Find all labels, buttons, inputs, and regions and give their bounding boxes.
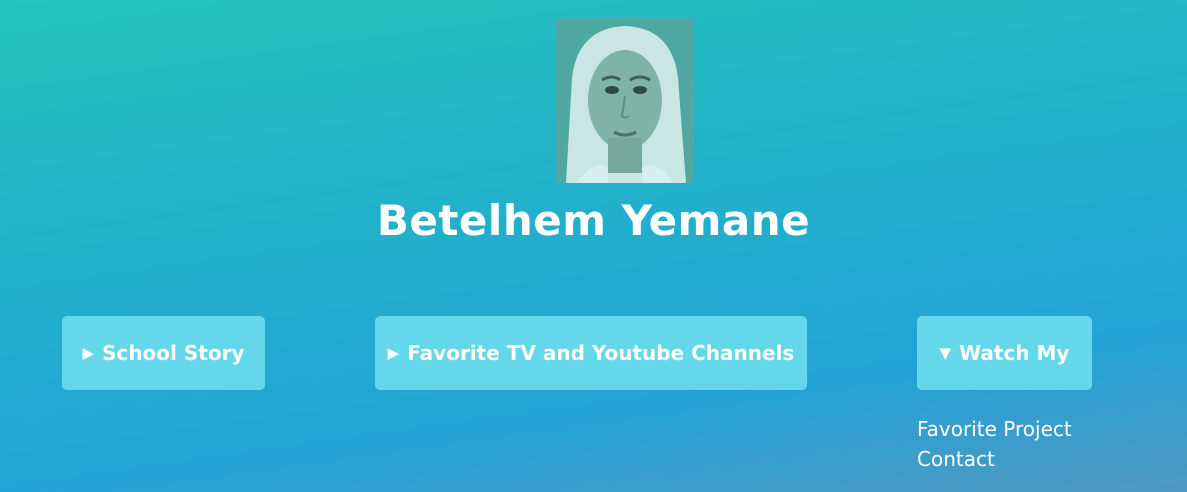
- watch-my-dropdown: Favorite Project Contact: [917, 414, 1137, 474]
- school-story-button[interactable]: ▶ School Story: [62, 316, 265, 390]
- caret-right-icon: ▶: [82, 344, 95, 362]
- favorite-tv-button[interactable]: ▶ Favorite TV and Youtube Channels: [375, 316, 807, 390]
- watch-my-label: Watch My: [959, 341, 1070, 365]
- favorite-tv-label: Favorite TV and Youtube Channels: [407, 341, 795, 365]
- school-story-label: School Story: [102, 341, 245, 365]
- caret-down-icon: ▼: [939, 344, 952, 362]
- page-title: Betelhem Yemane: [376, 196, 811, 245]
- dropdown-item-favorite-project[interactable]: Favorite Project: [917, 414, 1137, 444]
- watch-my-button[interactable]: ▼ Watch My: [917, 316, 1092, 390]
- profile-photo: [556, 18, 694, 183]
- caret-right-icon: ▶: [387, 344, 400, 362]
- dropdown-item-contact[interactable]: Contact: [917, 444, 1137, 474]
- portrait-photo-icon: [556, 18, 694, 183]
